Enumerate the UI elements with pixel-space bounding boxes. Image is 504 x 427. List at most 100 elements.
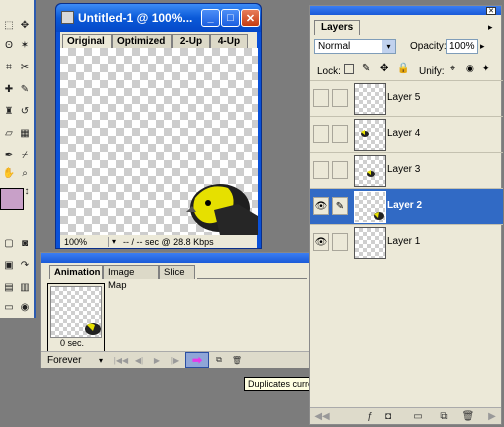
lock-all-icon[interactable]: 🔒 <box>397 63 409 74</box>
image-status-bar: 100% ▾ -- / -- sec @ 28.8 Kbps <box>60 235 257 248</box>
eyedropper-tool-icon[interactable]: ⌿ <box>18 148 32 162</box>
blend-mode-select[interactable]: Normal ▾ <box>314 39 396 54</box>
brush-tool-icon[interactable]: ✎ <box>18 82 32 96</box>
first-frame-icon[interactable]: |◀◀ <box>113 353 129 367</box>
preview-in-browser-icon[interactable]: ◉ <box>18 300 32 314</box>
blend-dropdown-icon[interactable]: ▾ <box>382 40 395 53</box>
new-set-icon[interactable]: ▭ <box>412 410 424 422</box>
window-title: Untitled-1 @ 100%... <box>78 11 193 25</box>
stamp-tool-icon[interactable]: ♜ <box>2 104 16 118</box>
imageready-jump-icon[interactable]: ↷ <box>18 258 32 272</box>
paintbrush-icon[interactable]: ✎ <box>332 197 348 215</box>
layer-row-4[interactable]: Layer 4 <box>310 116 503 152</box>
new-layer-icon[interactable]: ⧉ <box>438 410 450 422</box>
tween-icon[interactable]: ➡ <box>185 352 209 368</box>
visibility-toggle[interactable] <box>313 161 329 179</box>
eraser-tool-icon[interactable]: ▱ <box>2 126 16 140</box>
screen-mode-max-icon[interactable]: ▥ <box>18 280 32 294</box>
tab-2-up[interactable]: 2-Up <box>172 34 210 48</box>
lasso-tool-icon[interactable]: ʘ <box>2 38 16 52</box>
panel-close-icon[interactable]: ✕ <box>486 7 496 15</box>
bird-image <box>186 184 258 235</box>
panel-menu-icon[interactable]: ▸ <box>488 22 493 33</box>
eye-icon[interactable]: 👁 <box>313 197 329 215</box>
tab-image-map[interactable]: Image Map <box>103 265 159 291</box>
layer-row-2[interactable]: 👁 ✎ Layer 2 <box>310 188 503 224</box>
download-time: -- / -- sec @ 28.8 Kbps <box>123 236 214 247</box>
tab-4-up[interactable]: 4-Up <box>210 34 248 48</box>
crop-tool-icon[interactable]: ⌗ <box>2 60 16 74</box>
maximize-button[interactable]: □ <box>221 9 240 27</box>
unify-position-icon[interactable]: ⌖ <box>450 63 455 74</box>
delete-frame-icon[interactable]: 🗑 <box>229 353 245 367</box>
frame-delay[interactable]: 0 sec. <box>60 338 84 348</box>
tab-original[interactable]: Original <box>62 34 112 48</box>
zoom-dropdown-icon[interactable]: ▾ <box>109 237 119 246</box>
move-tool-icon[interactable]: ✥ <box>18 18 32 32</box>
layer-style-icon[interactable]: ƒ <box>364 410 376 422</box>
preview-icon[interactable]: ▭ <box>2 300 16 314</box>
minimize-button[interactable]: _ <box>201 9 220 27</box>
history-brush-icon[interactable]: ↺ <box>18 104 32 118</box>
play-icon[interactable]: ▶ <box>149 353 165 367</box>
lock-transparency-icon[interactable] <box>344 64 354 74</box>
link-toggle[interactable] <box>332 233 348 251</box>
pen-tool-icon[interactable]: ✒ <box>2 148 16 162</box>
slice-tool-icon[interactable]: ✂ <box>18 60 32 74</box>
link-layers-icon[interactable]: ◀◀ <box>314 410 329 422</box>
unify-visibility-icon[interactable]: ◉ <box>466 63 474 74</box>
tab-optimized[interactable]: Optimized <box>112 34 172 48</box>
unify-style-icon[interactable]: ✦ <box>482 63 490 74</box>
link-toggle[interactable] <box>332 125 348 143</box>
lock-paint-icon[interactable]: ✎ <box>362 63 370 74</box>
tab-layers[interactable]: Layers <box>314 20 361 35</box>
next-frame-icon[interactable]: |▶ <box>167 353 183 367</box>
image-document-window: Untitled-1 @ 100%... _ □ ✕ Original Opti… <box>55 3 262 249</box>
layers-panel-header[interactable] <box>310 6 501 15</box>
document-icon <box>61 11 74 24</box>
opacity-input[interactable]: 100% <box>446 39 478 54</box>
image-window-titlebar[interactable]: Untitled-1 @ 100%... _ □ ✕ <box>56 4 261 32</box>
layer-row-3[interactable]: Layer 3 <box>310 152 503 188</box>
scroll-right-icon[interactable]: ▶ <box>486 410 498 422</box>
layer-mask-icon[interactable]: ◘ <box>382 410 394 422</box>
opacity-arrow-icon[interactable]: ▸ <box>480 41 485 52</box>
gradient-tool-icon[interactable]: ▦ <box>18 126 32 140</box>
eye-icon[interactable]: 👁 <box>313 233 329 251</box>
layer-row-1[interactable]: 👁 Layer 1 <box>310 224 503 260</box>
layers-panel: ✕ Layers ▸ Normal ▾ Opacity: 100% ▸ Lock… <box>309 5 503 425</box>
visibility-toggle[interactable] <box>313 125 329 143</box>
tab-animation[interactable]: Animation <box>49 265 103 279</box>
delete-layer-icon[interactable]: 🗑 <box>462 410 475 422</box>
layer-name: Layer 2 <box>387 200 423 211</box>
animation-panel-header[interactable] <box>41 253 309 263</box>
image-canvas[interactable] <box>60 48 258 235</box>
marquee-tool-icon[interactable]: ⬚ <box>2 18 16 32</box>
loop-select[interactable]: Forever <box>41 355 99 366</box>
screen-mode-full-icon[interactable]: ▤ <box>2 280 16 294</box>
duplicate-frame-icon[interactable]: ⧉ <box>211 353 227 367</box>
zoom-level[interactable]: 100% <box>60 236 109 247</box>
zoom-tool-icon[interactable]: ⌕ <box>18 166 32 180</box>
view-tabs: Original Optimized 2-Up 4-Up <box>60 32 257 48</box>
standard-mode-icon[interactable]: ▢ <box>2 236 16 250</box>
layer-thumbnail <box>354 119 386 151</box>
hand-tool-icon[interactable]: ✋ <box>2 166 16 180</box>
healing-brush-icon[interactable]: ✚ <box>2 82 16 96</box>
visibility-toggle[interactable] <box>313 89 329 107</box>
link-toggle[interactable] <box>332 89 348 107</box>
screen-mode-icon[interactable]: ▣ <box>2 258 16 272</box>
link-toggle[interactable] <box>332 161 348 179</box>
lock-move-icon[interactable]: ✥ <box>380 63 388 74</box>
tab-slice[interactable]: Slice <box>159 265 195 279</box>
magic-wand-tool-icon[interactable]: ✶ <box>18 38 32 52</box>
close-button[interactable]: ✕ <box>241 9 260 27</box>
animation-frame[interactable]: 1 0 sec. <box>47 283 105 353</box>
layer-row-5[interactable]: Layer 5 <box>310 80 503 116</box>
quick-mask-icon[interactable]: ◙ <box>18 236 32 250</box>
loop-dropdown-icon[interactable]: ▾ <box>99 356 111 365</box>
layer-thumbnail <box>354 83 386 115</box>
swap-colors-icon[interactable]: ↕ <box>20 184 34 198</box>
layer-name: Layer 1 <box>387 236 421 247</box>
previous-frame-icon[interactable]: ◀| <box>131 353 147 367</box>
